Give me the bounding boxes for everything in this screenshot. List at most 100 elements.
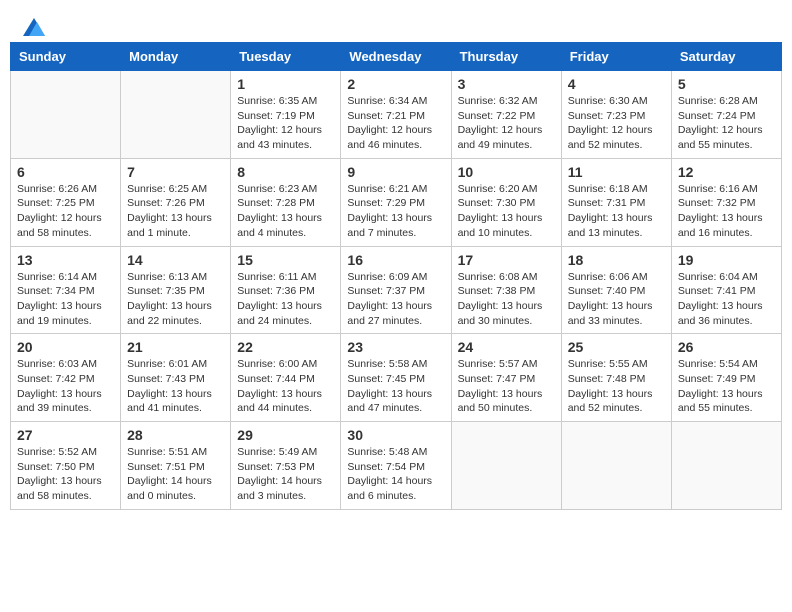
header <box>10 10 782 36</box>
calendar-cell: 20 Sunrise: 6:03 AMSunset: 7:42 PMDayligh… <box>11 334 121 422</box>
day-number: 14 <box>127 252 224 268</box>
day-number: 26 <box>678 339 775 355</box>
calendar-cell <box>11 71 121 159</box>
column-header-saturday: Saturday <box>671 43 781 71</box>
day-info: Sunrise: 6:28 AMSunset: 7:24 PMDaylight:… <box>678 94 775 153</box>
calendar-cell: 11 Sunrise: 6:18 AMSunset: 7:31 PMDayligh… <box>561 158 671 246</box>
calendar-cell <box>561 422 671 510</box>
column-header-friday: Friday <box>561 43 671 71</box>
day-number: 1 <box>237 76 334 92</box>
day-info: Sunrise: 5:54 AMSunset: 7:49 PMDaylight:… <box>678 357 775 416</box>
column-header-thursday: Thursday <box>451 43 561 71</box>
calendar-cell: 25 Sunrise: 5:55 AMSunset: 7:48 PMDayligh… <box>561 334 671 422</box>
day-info: Sunrise: 6:06 AMSunset: 7:40 PMDaylight:… <box>568 270 665 329</box>
calendar-cell: 13 Sunrise: 6:14 AMSunset: 7:34 PMDayligh… <box>11 246 121 334</box>
day-number: 19 <box>678 252 775 268</box>
day-info: Sunrise: 6:32 AMSunset: 7:22 PMDaylight:… <box>458 94 555 153</box>
calendar-cell: 1 Sunrise: 6:35 AMSunset: 7:19 PMDaylight… <box>231 71 341 159</box>
day-info: Sunrise: 6:01 AMSunset: 7:43 PMDaylight:… <box>127 357 224 416</box>
day-number: 24 <box>458 339 555 355</box>
logo <box>22 18 46 32</box>
day-info: Sunrise: 6:11 AMSunset: 7:36 PMDaylight:… <box>237 270 334 329</box>
calendar-cell: 27 Sunrise: 5:52 AMSunset: 7:50 PMDayligh… <box>11 422 121 510</box>
day-info: Sunrise: 5:52 AMSunset: 7:50 PMDaylight:… <box>17 445 114 504</box>
day-number: 23 <box>347 339 444 355</box>
calendar-week-row: 27 Sunrise: 5:52 AMSunset: 7:50 PMDayligh… <box>11 422 782 510</box>
calendar-cell: 2 Sunrise: 6:34 AMSunset: 7:21 PMDaylight… <box>341 71 451 159</box>
calendar-table: SundayMondayTuesdayWednesdayThursdayFrid… <box>10 42 782 510</box>
calendar-cell <box>121 71 231 159</box>
calendar-cell: 16 Sunrise: 6:09 AMSunset: 7:37 PMDayligh… <box>341 246 451 334</box>
calendar-cell: 15 Sunrise: 6:11 AMSunset: 7:36 PMDayligh… <box>231 246 341 334</box>
calendar-cell: 6 Sunrise: 6:26 AMSunset: 7:25 PMDaylight… <box>11 158 121 246</box>
calendar-cell: 30 Sunrise: 5:48 AMSunset: 7:54 PMDayligh… <box>341 422 451 510</box>
day-info: Sunrise: 5:58 AMSunset: 7:45 PMDaylight:… <box>347 357 444 416</box>
day-number: 27 <box>17 427 114 443</box>
day-info: Sunrise: 6:30 AMSunset: 7:23 PMDaylight:… <box>568 94 665 153</box>
calendar-cell: 12Sunrise: 6:16 AMSunset: 7:32 PMDayligh… <box>671 158 781 246</box>
day-number: 5 <box>678 76 775 92</box>
day-number: 15 <box>237 252 334 268</box>
calendar-cell: 23 Sunrise: 5:58 AMSunset: 7:45 PMDayligh… <box>341 334 451 422</box>
calendar-cell: 3 Sunrise: 6:32 AMSunset: 7:22 PMDaylight… <box>451 71 561 159</box>
calendar-cell: 22 Sunrise: 6:00 AMSunset: 7:44 PMDayligh… <box>231 334 341 422</box>
day-number: 3 <box>458 76 555 92</box>
calendar-cell: 9 Sunrise: 6:21 AMSunset: 7:29 PMDaylight… <box>341 158 451 246</box>
calendar-cell: 17 Sunrise: 6:08 AMSunset: 7:38 PMDayligh… <box>451 246 561 334</box>
calendar-cell: 8Sunrise: 6:23 AMSunset: 7:28 PMDaylight… <box>231 158 341 246</box>
day-info: Sunrise: 5:48 AMSunset: 7:54 PMDaylight:… <box>347 445 444 504</box>
calendar-week-row: 20 Sunrise: 6:03 AMSunset: 7:42 PMDayligh… <box>11 334 782 422</box>
day-info: Sunrise: 6:26 AMSunset: 7:25 PMDaylight:… <box>17 182 114 241</box>
day-number: 22 <box>237 339 334 355</box>
day-info: Sunrise: 6:25 AMSunset: 7:26 PMDaylight:… <box>127 182 224 241</box>
logo-icon <box>23 18 45 36</box>
day-info: Sunrise: 5:51 AMSunset: 7:51 PMDaylight:… <box>127 445 224 504</box>
day-info: Sunrise: 6:34 AMSunset: 7:21 PMDaylight:… <box>347 94 444 153</box>
calendar-cell: 14 Sunrise: 6:13 AMSunset: 7:35 PMDayligh… <box>121 246 231 334</box>
calendar-cell: 28Sunrise: 5:51 AMSunset: 7:51 PMDayligh… <box>121 422 231 510</box>
day-number: 16 <box>347 252 444 268</box>
calendar-week-row: 13 Sunrise: 6:14 AMSunset: 7:34 PMDayligh… <box>11 246 782 334</box>
day-info: Sunrise: 5:55 AMSunset: 7:48 PMDaylight:… <box>568 357 665 416</box>
day-info: Sunrise: 6:21 AMSunset: 7:29 PMDaylight:… <box>347 182 444 241</box>
day-info: Sunrise: 6:00 AMSunset: 7:44 PMDaylight:… <box>237 357 334 416</box>
calendar-header-row: SundayMondayTuesdayWednesdayThursdayFrid… <box>11 43 782 71</box>
day-number: 20 <box>17 339 114 355</box>
day-number: 9 <box>347 164 444 180</box>
calendar-cell: 21Sunrise: 6:01 AMSunset: 7:43 PMDayligh… <box>121 334 231 422</box>
day-number: 13 <box>17 252 114 268</box>
day-info: Sunrise: 6:04 AMSunset: 7:41 PMDaylight:… <box>678 270 775 329</box>
day-number: 4 <box>568 76 665 92</box>
day-number: 11 <box>568 164 665 180</box>
day-number: 30 <box>347 427 444 443</box>
calendar-week-row: 1 Sunrise: 6:35 AMSunset: 7:19 PMDaylight… <box>11 71 782 159</box>
calendar-cell: 5 Sunrise: 6:28 AMSunset: 7:24 PMDaylight… <box>671 71 781 159</box>
day-number: 7 <box>127 164 224 180</box>
day-number: 6 <box>17 164 114 180</box>
day-info: Sunrise: 5:57 AMSunset: 7:47 PMDaylight:… <box>458 357 555 416</box>
day-info: Sunrise: 6:16 AMSunset: 7:32 PMDaylight:… <box>678 182 775 241</box>
day-info: Sunrise: 6:09 AMSunset: 7:37 PMDaylight:… <box>347 270 444 329</box>
calendar-week-row: 6 Sunrise: 6:26 AMSunset: 7:25 PMDaylight… <box>11 158 782 246</box>
day-info: Sunrise: 6:08 AMSunset: 7:38 PMDaylight:… <box>458 270 555 329</box>
day-info: Sunrise: 6:14 AMSunset: 7:34 PMDaylight:… <box>17 270 114 329</box>
day-info: Sunrise: 6:18 AMSunset: 7:31 PMDaylight:… <box>568 182 665 241</box>
day-info: Sunrise: 6:35 AMSunset: 7:19 PMDaylight:… <box>237 94 334 153</box>
day-number: 17 <box>458 252 555 268</box>
calendar-cell: 29 Sunrise: 5:49 AMSunset: 7:53 PMDayligh… <box>231 422 341 510</box>
column-header-monday: Monday <box>121 43 231 71</box>
day-number: 25 <box>568 339 665 355</box>
day-info: Sunrise: 6:23 AMSunset: 7:28 PMDaylight:… <box>237 182 334 241</box>
calendar-cell: 19 Sunrise: 6:04 AMSunset: 7:41 PMDayligh… <box>671 246 781 334</box>
day-info: Sunrise: 6:03 AMSunset: 7:42 PMDaylight:… <box>17 357 114 416</box>
day-number: 10 <box>458 164 555 180</box>
day-number: 2 <box>347 76 444 92</box>
day-number: 18 <box>568 252 665 268</box>
column-header-tuesday: Tuesday <box>231 43 341 71</box>
day-info: Sunrise: 6:20 AMSunset: 7:30 PMDaylight:… <box>458 182 555 241</box>
column-header-wednesday: Wednesday <box>341 43 451 71</box>
day-info: Sunrise: 5:49 AMSunset: 7:53 PMDaylight:… <box>237 445 334 504</box>
day-number: 29 <box>237 427 334 443</box>
calendar-cell: 26 Sunrise: 5:54 AMSunset: 7:49 PMDayligh… <box>671 334 781 422</box>
day-info: Sunrise: 6:13 AMSunset: 7:35 PMDaylight:… <box>127 270 224 329</box>
